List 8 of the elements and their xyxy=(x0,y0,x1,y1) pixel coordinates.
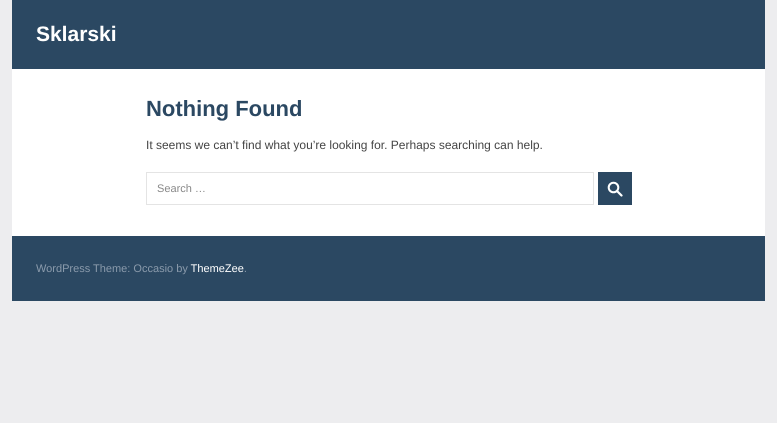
footer-credit: WordPress Theme: Occasio by ThemeZee. xyxy=(36,262,247,274)
footer-link[interactable]: ThemeZee xyxy=(190,262,244,274)
search-field[interactable]: Search … xyxy=(146,172,594,205)
search-icon xyxy=(607,180,623,196)
page-title: Nothing Found xyxy=(146,95,304,123)
message-text: It seems we can’t find what you’re looking for. Perhaps searching can help. xyxy=(146,138,544,152)
search-button[interactable] xyxy=(598,172,632,205)
site-title[interactable]: Sklarski xyxy=(36,22,117,46)
